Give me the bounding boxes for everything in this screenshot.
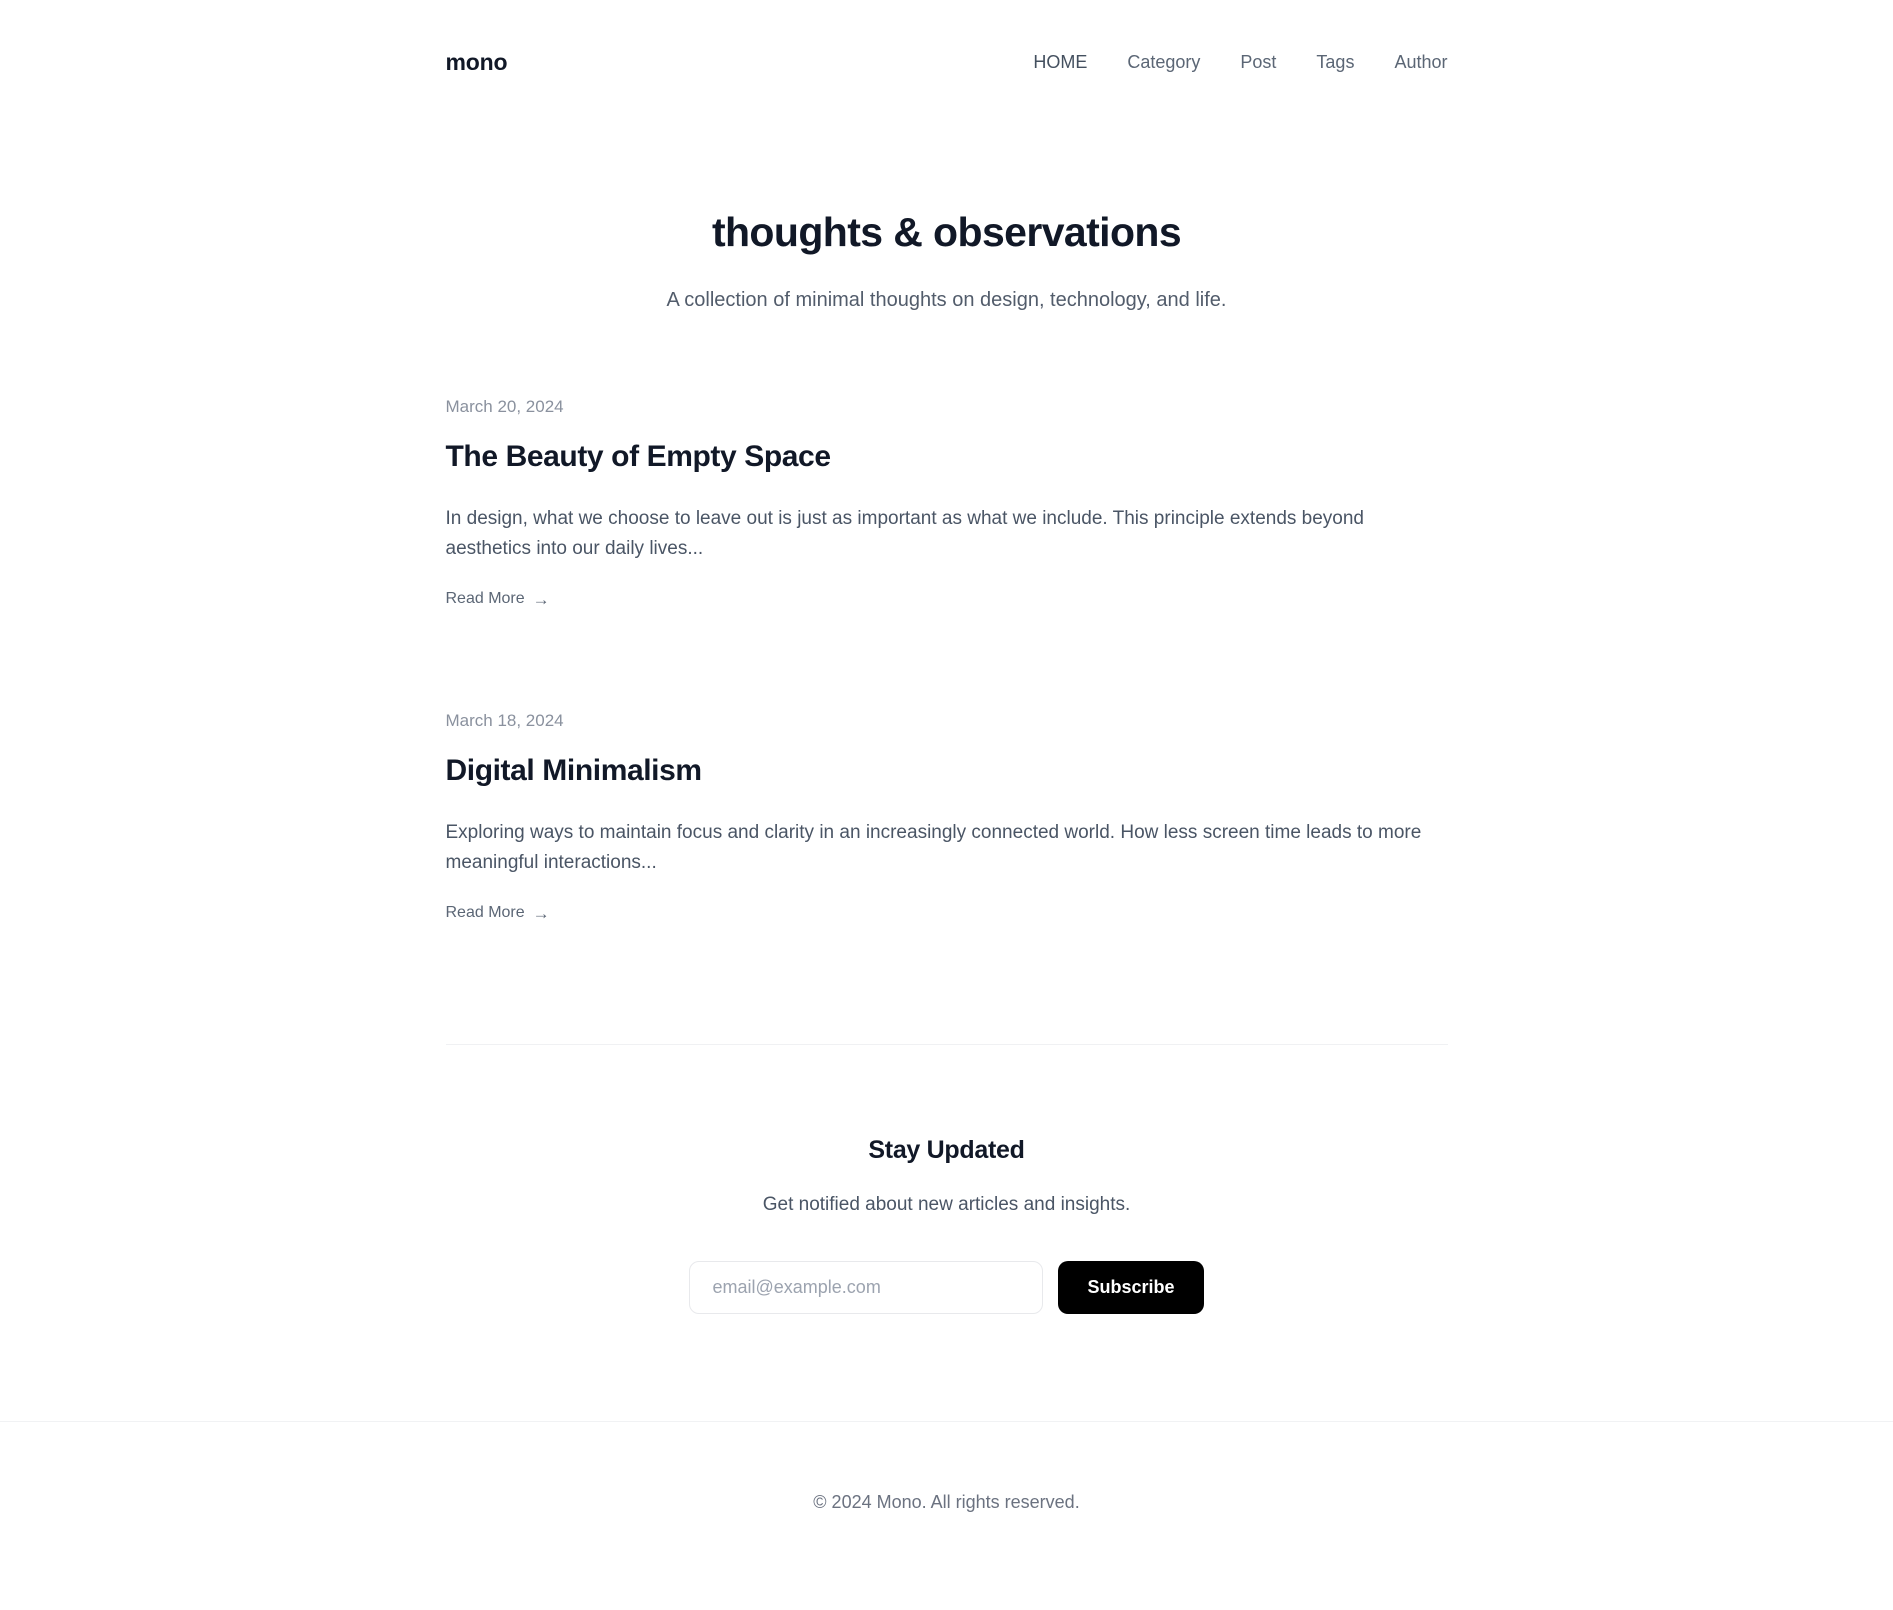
nav-item-author[interactable]: Author: [1394, 53, 1447, 71]
page-root: mono HOME Category Post Tags Author thou…: [0, 0, 1893, 1610]
nav-item-post[interactable]: Post: [1240, 53, 1276, 71]
read-more-link[interactable]: Read More →: [446, 591, 550, 608]
brand-logo[interactable]: mono: [446, 50, 508, 74]
post-item: March 20, 2024 The Beauty of Empty Space…: [446, 398, 1448, 608]
nav-item-tags[interactable]: Tags: [1316, 53, 1354, 71]
arrow-right-icon: →: [532, 589, 550, 609]
read-more-link[interactable]: Read More →: [446, 905, 550, 922]
nav-item-home[interactable]: HOME: [1033, 53, 1087, 71]
post-date: March 18, 2024: [445, 711, 564, 731]
post-title[interactable]: The Beauty of Empty Space: [446, 438, 1448, 476]
newsletter-subtitle: Get notified about new articles and insi…: [762, 1194, 1131, 1216]
read-more-label: Read More: [445, 904, 525, 922]
newsletter-form: Subscribe: [446, 1260, 1448, 1314]
arrow-right-icon: →: [532, 903, 550, 923]
newsletter-title: Stay Updated: [868, 1136, 1025, 1165]
email-input[interactable]: [689, 1260, 1044, 1314]
post-item: March 18, 2024 Digital Minimalism Explor…: [446, 712, 1448, 922]
post-title-text: The Beauty of Empty Space: [445, 440, 832, 474]
main-navigation: HOME Category Post Tags Author: [1033, 53, 1447, 71]
nav-item-category[interactable]: Category: [1127, 53, 1200, 71]
newsletter-section: Stay Updated Get notified about new arti…: [446, 1045, 1448, 1314]
post-title[interactable]: Digital Minimalism: [446, 752, 1448, 790]
post-date: March 20, 2024: [445, 397, 564, 417]
page-subtitle: A collection of minimal thoughts on desi…: [666, 289, 1227, 312]
read-more-label: Read More: [445, 590, 525, 608]
hero-section: thoughts & observations A collection of …: [446, 84, 1448, 315]
copyright-text: © 2024 Mono. All rights reserved.: [813, 1491, 1080, 1512]
post-excerpt: Exploring ways to maintain focus and cla…: [445, 821, 1422, 873]
post-list: March 20, 2024 The Beauty of Empty Space…: [446, 315, 1448, 922]
page-title: thoughts & observations: [711, 209, 1182, 255]
site-header: mono HOME Category Post Tags Author: [0, 0, 1893, 84]
header-inner: mono HOME Category Post Tags Author: [446, 40, 1448, 84]
subscribe-button[interactable]: Subscribe: [1058, 1260, 1204, 1314]
site-footer: © 2024 Mono. All rights reserved.: [0, 1420, 1893, 1595]
post-excerpt: In design, what we choose to leave out i…: [445, 507, 1365, 559]
post-title-text: Digital Minimalism: [445, 754, 703, 788]
